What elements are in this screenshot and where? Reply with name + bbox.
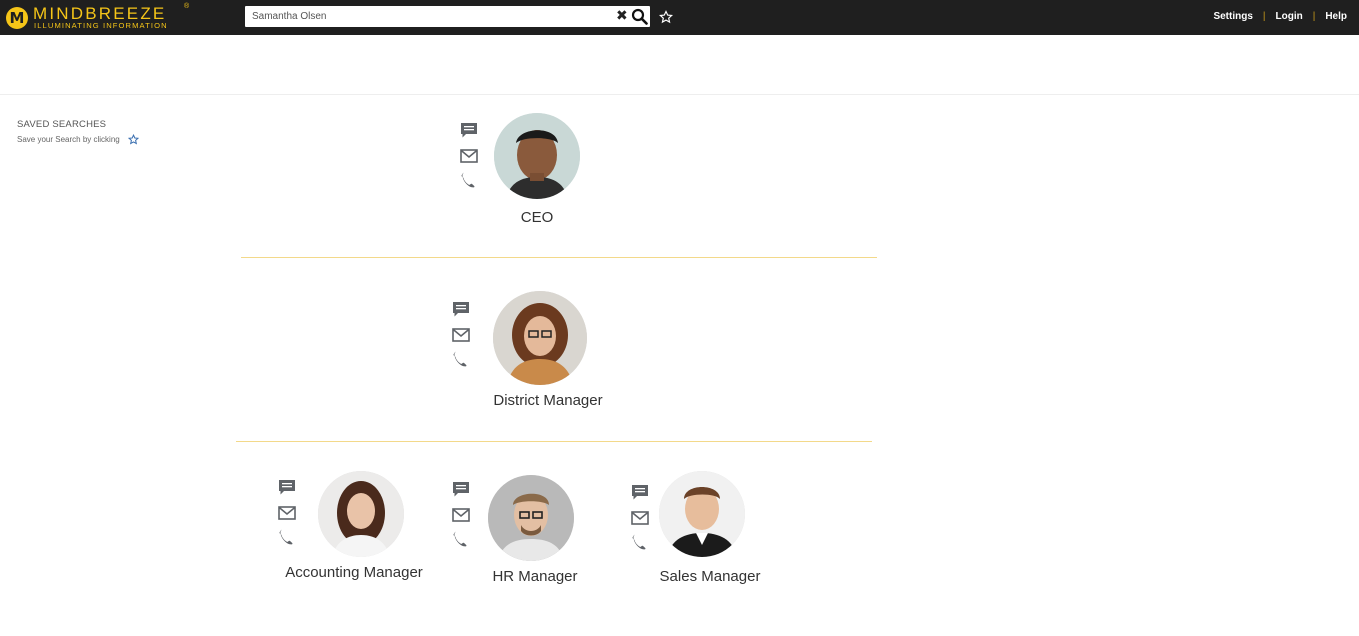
link-separator: | [1312, 11, 1316, 22]
phone-icon[interactable] [277, 527, 297, 547]
sales-manager-avatar[interactable] [659, 471, 745, 557]
role-label-ceo: CEO [520, 209, 554, 226]
save-search-star-icon[interactable] [659, 10, 673, 24]
top-links: Settings | Login | Help [1213, 11, 1347, 22]
ceo-avatar[interactable] [494, 113, 580, 199]
phone-icon[interactable] [451, 349, 471, 369]
search-box: ✖ [245, 6, 650, 27]
accounting-manager-contact-icons [277, 478, 297, 547]
person-photo-icon [659, 471, 745, 557]
top-bar: M MINDBREEZE ® ILLUMINATING INFORMATION … [0, 0, 1359, 35]
role-label-accounting-manager: Accounting Manager [285, 564, 423, 581]
saved-searches-subtitle: Save your Search by clicking [17, 135, 120, 144]
person-photo-icon [494, 113, 580, 199]
level-divider [241, 257, 877, 258]
level-divider [236, 441, 872, 442]
help-link[interactable]: Help [1325, 11, 1347, 22]
role-label-hr-manager: HR Manager [492, 568, 578, 585]
mail-icon[interactable] [630, 508, 650, 528]
ceo-contact-icons [459, 121, 479, 190]
phone-icon[interactable] [451, 529, 471, 549]
header-divider [0, 94, 1359, 95]
hr-manager-avatar[interactable] [488, 475, 574, 561]
link-separator: | [1262, 11, 1266, 22]
mindbreeze-logo[interactable]: M MINDBREEZE ® ILLUMINATING INFORMATION [6, 3, 196, 31]
logo-tagline: ILLUMINATING INFORMATION [34, 21, 168, 30]
person-photo-icon [493, 291, 587, 385]
role-label-sales-manager: Sales Manager [659, 568, 761, 585]
district-manager-contact-icons [451, 300, 471, 369]
role-label-district-manager: District Manager [493, 392, 603, 409]
mail-icon[interactable] [277, 503, 297, 523]
phone-icon[interactable] [630, 532, 650, 552]
phone-icon[interactable] [459, 170, 479, 190]
search-icon[interactable] [631, 8, 648, 25]
chat-icon[interactable] [630, 483, 650, 503]
sales-manager-contact-icons [630, 483, 650, 552]
saved-searches-panel: SAVED SEARCHES Save your Search by click… [17, 119, 139, 145]
person-photo-icon [488, 475, 574, 561]
search-input[interactable] [245, 6, 605, 27]
district-manager-avatar[interactable] [493, 291, 587, 385]
settings-link[interactable]: Settings [1213, 11, 1252, 22]
mail-icon[interactable] [459, 146, 479, 166]
mail-icon[interactable] [451, 505, 471, 525]
logo-mark: M [6, 7, 28, 29]
chat-icon[interactable] [459, 121, 479, 141]
accounting-manager-avatar[interactable] [318, 471, 404, 557]
logo-registered: ® [184, 3, 190, 10]
saved-searches-hint: Save your Search by clicking [17, 134, 139, 145]
star-icon [127, 134, 139, 145]
hr-manager-contact-icons [451, 480, 471, 549]
chat-icon[interactable] [451, 480, 471, 500]
person-photo-icon [318, 471, 404, 557]
chat-icon[interactable] [277, 478, 297, 498]
saved-searches-title: SAVED SEARCHES [17, 119, 107, 130]
login-link[interactable]: Login [1276, 11, 1303, 22]
mail-icon[interactable] [451, 325, 471, 345]
clear-search-icon[interactable]: ✖ [616, 8, 628, 24]
chat-icon[interactable] [451, 300, 471, 320]
